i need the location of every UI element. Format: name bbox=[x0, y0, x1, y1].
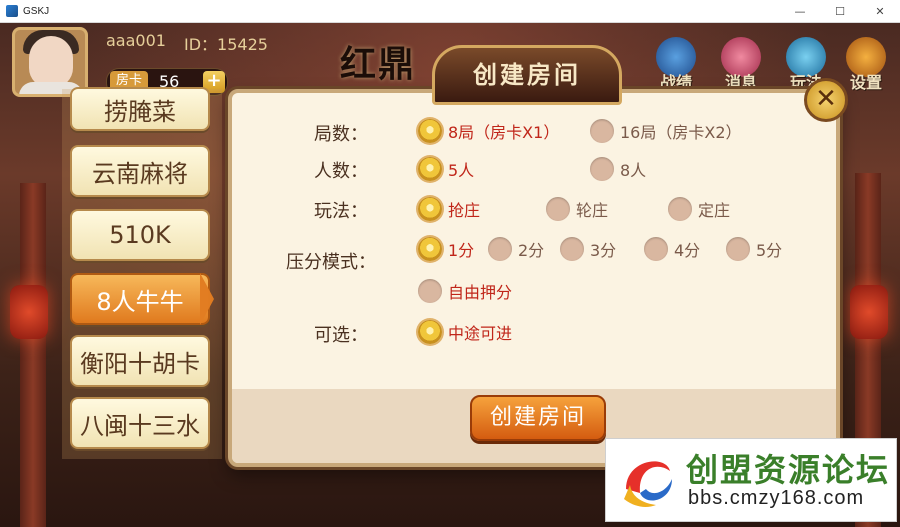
window-controls: — ☐ ✕ bbox=[780, 0, 900, 22]
players-option-8[interactable]: 8人 bbox=[590, 157, 646, 181]
radio-icon bbox=[590, 119, 614, 143]
score-option-5-label: 5分 bbox=[756, 241, 783, 260]
radio-selected-icon bbox=[418, 237, 442, 261]
score-option-2-label: 2分 bbox=[518, 241, 545, 260]
score-option-1-label: 1分 bbox=[448, 241, 475, 260]
watermark: 创盟资源论坛 bbs.cmzy168.com bbox=[605, 438, 897, 522]
window-title: GSKJ bbox=[23, 5, 50, 17]
optional-label: 可选： bbox=[314, 325, 368, 346]
score-option-2[interactable]: 2分 bbox=[488, 237, 544, 261]
players-label: 人数： bbox=[314, 161, 368, 182]
mode-option-lunzhuang-label: 轮庄 bbox=[576, 201, 609, 220]
score-option-free[interactable]: 自由押分 bbox=[418, 279, 512, 303]
topnav-settings-label: 设置 bbox=[849, 73, 882, 92]
mode-label: 玩法： bbox=[314, 201, 368, 222]
score-option-4[interactable]: 4分 bbox=[644, 237, 700, 261]
optional-join-midway-label: 中途可进 bbox=[448, 324, 513, 343]
radio-selected-icon bbox=[418, 197, 442, 221]
players-option-5-label: 5人 bbox=[448, 161, 475, 180]
pillar-left bbox=[20, 183, 46, 527]
optional-join-midway[interactable]: 中途可进 bbox=[418, 320, 512, 344]
game-item-510k[interactable]: 510K bbox=[70, 209, 210, 261]
dialog-close-button[interactable]: ✕ bbox=[804, 78, 848, 122]
app-icon bbox=[6, 5, 18, 17]
rounds-label: 局数： bbox=[314, 124, 368, 145]
score-option-free-label: 自由押分 bbox=[448, 283, 513, 302]
close-window-button[interactable]: ✕ bbox=[860, 0, 900, 22]
radio-icon bbox=[644, 237, 668, 261]
radio-selected-icon bbox=[418, 119, 442, 143]
score-option-1[interactable]: 1分 bbox=[418, 237, 474, 261]
watermark-url: bbs.cmzy168.com bbox=[688, 487, 865, 509]
minimize-button[interactable]: — bbox=[780, 0, 820, 22]
players-option-5[interactable]: 5人 bbox=[418, 157, 474, 181]
radio-selected-icon bbox=[418, 157, 442, 181]
players-option-8-label: 8人 bbox=[620, 161, 647, 180]
radio-icon bbox=[488, 237, 512, 261]
game-item-yunnan-mahjong[interactable]: 云南麻将 bbox=[70, 145, 210, 197]
maximize-button[interactable]: ☐ bbox=[820, 0, 860, 22]
forum-logo-icon bbox=[624, 461, 672, 507]
score-option-3-label: 3分 bbox=[590, 241, 617, 260]
rounds-option-16-label: 16局（房卡X2） bbox=[620, 123, 742, 142]
score-option-4-label: 4分 bbox=[674, 241, 701, 260]
game-item-bamin[interactable]: 八闽十三水 bbox=[70, 397, 210, 449]
game-item-8-niuniu[interactable]: 8人牛牛 bbox=[70, 273, 210, 325]
rounds-option-8-label: 8局（房卡X1） bbox=[448, 123, 560, 142]
score-option-5[interactable]: 5分 bbox=[726, 237, 782, 261]
dialog-title: 创建房间 bbox=[473, 61, 581, 89]
radio-icon bbox=[726, 237, 750, 261]
lantern-icon bbox=[10, 285, 48, 339]
topnav-settings[interactable]: 设置 bbox=[846, 37, 886, 93]
radio-icon bbox=[560, 237, 584, 261]
mode-option-qiangzhuang-label: 抢庄 bbox=[448, 201, 481, 220]
mode-option-lunzhuang[interactable]: 轮庄 bbox=[546, 197, 608, 221]
topnav-record[interactable]: 战绩 bbox=[656, 37, 696, 93]
username: aaa001 bbox=[106, 31, 166, 50]
radio-icon bbox=[418, 279, 442, 303]
checkbox-selected-icon bbox=[418, 320, 442, 344]
game-item-hengyang[interactable]: 衡阳十胡卡 bbox=[70, 335, 210, 387]
radio-icon bbox=[546, 197, 570, 221]
window-titlebar: GSKJ — ☐ ✕ bbox=[0, 0, 900, 23]
game-logo: 红鼎 bbox=[340, 43, 417, 85]
radio-icon bbox=[668, 197, 692, 221]
game-item-laoyancai[interactable]: 捞腌菜 bbox=[70, 87, 210, 131]
mode-option-dingzhuang-label: 定庄 bbox=[698, 201, 731, 220]
rounds-option-16[interactable]: 16局（房卡X2） bbox=[590, 119, 742, 143]
lantern-icon bbox=[850, 285, 888, 339]
topnav-message[interactable]: 消息 bbox=[721, 37, 761, 93]
score-option-3[interactable]: 3分 bbox=[560, 237, 616, 261]
mode-option-dingzhuang[interactable]: 定庄 bbox=[668, 197, 730, 221]
radio-icon bbox=[590, 157, 614, 181]
score-mode-label: 压分模式： bbox=[286, 252, 376, 273]
rounds-option-8[interactable]: 8局（房卡X1） bbox=[418, 119, 559, 143]
active-game-arrow-icon bbox=[200, 273, 214, 325]
avatar-face bbox=[29, 36, 73, 88]
user-id: ID：15425 bbox=[184, 35, 268, 54]
mode-option-qiangzhuang[interactable]: 抢庄 bbox=[418, 197, 480, 221]
watermark-title: 创盟资源论坛 bbox=[686, 451, 891, 489]
create-room-button[interactable]: 创建房间 bbox=[470, 395, 606, 441]
game-scene: aaa001 ID：15425 房卡 56 + 红鼎 战绩 消息 玩法 设置 捞… bbox=[0, 23, 900, 527]
